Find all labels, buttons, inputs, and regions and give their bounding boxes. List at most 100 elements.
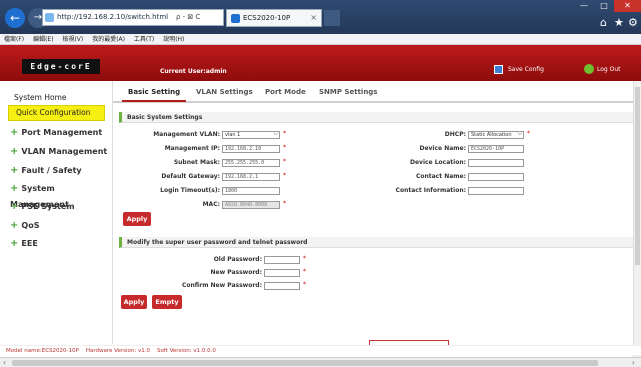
- vertical-scrollbar[interactable]: [633, 81, 641, 357]
- default-gateway-input[interactable]: 192.168.2.1: [222, 173, 280, 181]
- subnet-mask-input[interactable]: 255.255.255.0: [222, 159, 280, 167]
- sidebar: System Home Quick Configuration + Port Ma…: [0, 81, 113, 344]
- sidebar-item-qos[interactable]: + QoS: [10, 218, 110, 234]
- confirm-password-label: Confirm New Password:: [181, 282, 262, 289]
- menu-view[interactable]: 檢視(V): [62, 36, 83, 43]
- old-password-label: Old Password:: [213, 256, 262, 263]
- old-password-input[interactable]: [264, 256, 300, 264]
- browser-tab[interactable]: ECS2020-10P ×: [226, 9, 322, 27]
- confirm-password-input[interactable]: [264, 282, 300, 290]
- save-config-button[interactable]: Save Config: [494, 65, 544, 74]
- login-timeout-label: Login Timeout(s):: [160, 187, 220, 194]
- required-star: *: [303, 281, 306, 288]
- footer: Model name:ECS2020-10P Hardware Version:…: [0, 345, 641, 355]
- menu-favorites[interactable]: 我的最愛(A): [92, 36, 125, 43]
- address-bar[interactable]: http://192.168.2.10/switch.html: [42, 9, 192, 26]
- dhcp-select[interactable]: Static Allocation ⌵: [468, 131, 524, 139]
- sidebar-item-fault-safety[interactable]: + Fault / Safety: [10, 163, 110, 179]
- expand-plus-icon: +: [10, 127, 19, 138]
- window-maximize-icon[interactable]: □: [594, 0, 614, 12]
- mgmt-vlan-label: Management VLAN:: [153, 131, 220, 138]
- back-button[interactable]: ←: [5, 8, 25, 28]
- browser-chrome: ← → http://192.168.2.10/switch.html ρ - …: [0, 0, 641, 45]
- required-star: *: [283, 172, 286, 179]
- address-controls[interactable]: ρ - ⊠ C: [172, 9, 224, 26]
- contact-info-label: Contact Information:: [395, 187, 466, 194]
- sidebar-item-system-home[interactable]: System Home: [14, 90, 109, 106]
- contact-name-label: Contact Name:: [415, 173, 466, 180]
- expand-plus-icon: +: [10, 238, 19, 249]
- content-tabs: Basic Setting VLAN Settings Port Mode SN…: [113, 81, 633, 103]
- menu-tools[interactable]: 工具(T): [134, 36, 154, 43]
- vertical-scroll-thumb[interactable]: [635, 87, 640, 265]
- expand-plus-icon: +: [10, 220, 19, 231]
- sidebar-item-system-management[interactable]: + System Management: [10, 181, 110, 209]
- tab-port-mode[interactable]: Port Mode: [265, 88, 306, 96]
- chevron-down-icon: ⌵: [517, 130, 522, 137]
- expand-plus-icon: +: [10, 165, 19, 176]
- subnet-mask-label: Subnet Mask:: [173, 159, 220, 166]
- basic-settings-header: Basic System Settings: [119, 112, 633, 123]
- default-gateway-label: Default Gateway:: [161, 173, 220, 180]
- edgecore-logo: Edge-corE: [22, 59, 100, 74]
- sidebar-item-pse-system[interactable]: + PSE System: [10, 199, 110, 215]
- tab-vlan-settings[interactable]: VLAN Settings: [196, 88, 253, 96]
- tab-snmp-settings[interactable]: SNMP Settings: [319, 88, 377, 96]
- tab-basic-setting[interactable]: Basic Setting: [121, 88, 187, 102]
- sidebar-item-vlan-management[interactable]: + VLAN Management: [10, 144, 110, 160]
- screen: ← → http://192.168.2.10/switch.html ρ - …: [0, 0, 641, 367]
- new-password-input[interactable]: [264, 269, 300, 277]
- basic-apply-button[interactable]: Apply: [123, 212, 151, 226]
- power-icon: [584, 64, 594, 74]
- contact-name-input[interactable]: [468, 173, 524, 181]
- address-url: http://192.168.2.10/switch.html: [57, 13, 169, 21]
- device-location-label: Device Location:: [409, 159, 466, 166]
- footer-model: Model name:ECS2020-10P: [6, 348, 79, 354]
- footer-software: Soft Version: v1.0.0.0: [156, 348, 216, 354]
- current-user: Current User:admin: [160, 68, 227, 75]
- scroll-left-icon[interactable]: ‹: [3, 358, 6, 367]
- dhcp-label: DHCP:: [444, 131, 466, 138]
- horizontal-scrollbar[interactable]: ‹ ›: [0, 357, 641, 367]
- device-location-input[interactable]: [468, 159, 524, 167]
- window-close-icon[interactable]: ✕: [614, 0, 641, 12]
- login-timeout-input[interactable]: 1800: [222, 187, 280, 195]
- expand-plus-icon: +: [10, 183, 19, 194]
- sidebar-item-quick-configuration[interactable]: Quick Configuration: [8, 105, 105, 121]
- password-empty-button[interactable]: Empty: [152, 295, 182, 309]
- logout-label: Log Out: [597, 66, 621, 73]
- tab-close-icon[interactable]: ×: [310, 10, 317, 26]
- menu-file[interactable]: 檔案(F): [4, 36, 24, 43]
- required-star: *: [283, 130, 286, 137]
- contact-info-input[interactable]: [468, 187, 524, 195]
- expand-plus-icon: +: [10, 201, 19, 212]
- mgmt-ip-input[interactable]: 192.168.2.10: [222, 145, 280, 153]
- save-config-label: Save Config: [508, 66, 544, 73]
- footer-hardware: Hardware Version: v1.0: [85, 348, 150, 354]
- favorites-star-icon[interactable]: ★: [614, 16, 624, 29]
- horizontal-scroll-thumb[interactable]: [12, 360, 598, 366]
- new-tab-button[interactable]: [324, 10, 340, 26]
- device-name-input[interactable]: ECS2020-10P: [468, 145, 524, 153]
- sidebar-item-eee[interactable]: + EEE: [10, 236, 110, 252]
- home-icon[interactable]: ⌂: [600, 16, 607, 29]
- mgmt-vlan-select[interactable]: vlan 1 ⌵: [222, 131, 280, 139]
- tab-favicon-icon: [231, 14, 240, 23]
- scroll-right-icon[interactable]: ›: [632, 358, 635, 367]
- mac-label: MAC:: [202, 201, 220, 208]
- site-favicon-icon: [45, 13, 54, 22]
- mgmt-ip-label: Management IP:: [164, 145, 220, 152]
- password-apply-button[interactable]: Apply: [121, 295, 147, 309]
- menu-help[interactable]: 說明(H): [163, 36, 184, 43]
- logout-button[interactable]: Log Out: [584, 64, 621, 74]
- app-header: Edge-corE Current User:admin Save Config…: [0, 45, 641, 81]
- settings-gear-icon[interactable]: ⚙: [628, 16, 638, 29]
- window-minimize-icon[interactable]: —: [574, 0, 594, 12]
- sidebar-item-port-management[interactable]: + Port Management: [10, 125, 110, 141]
- new-password-label: New Password:: [210, 269, 262, 276]
- expand-plus-icon: +: [10, 146, 19, 157]
- device-name-label: Device Name:: [419, 145, 466, 152]
- menu-edit[interactable]: 編輯(E): [33, 36, 53, 43]
- required-star: *: [303, 255, 306, 262]
- save-icon: [494, 65, 503, 74]
